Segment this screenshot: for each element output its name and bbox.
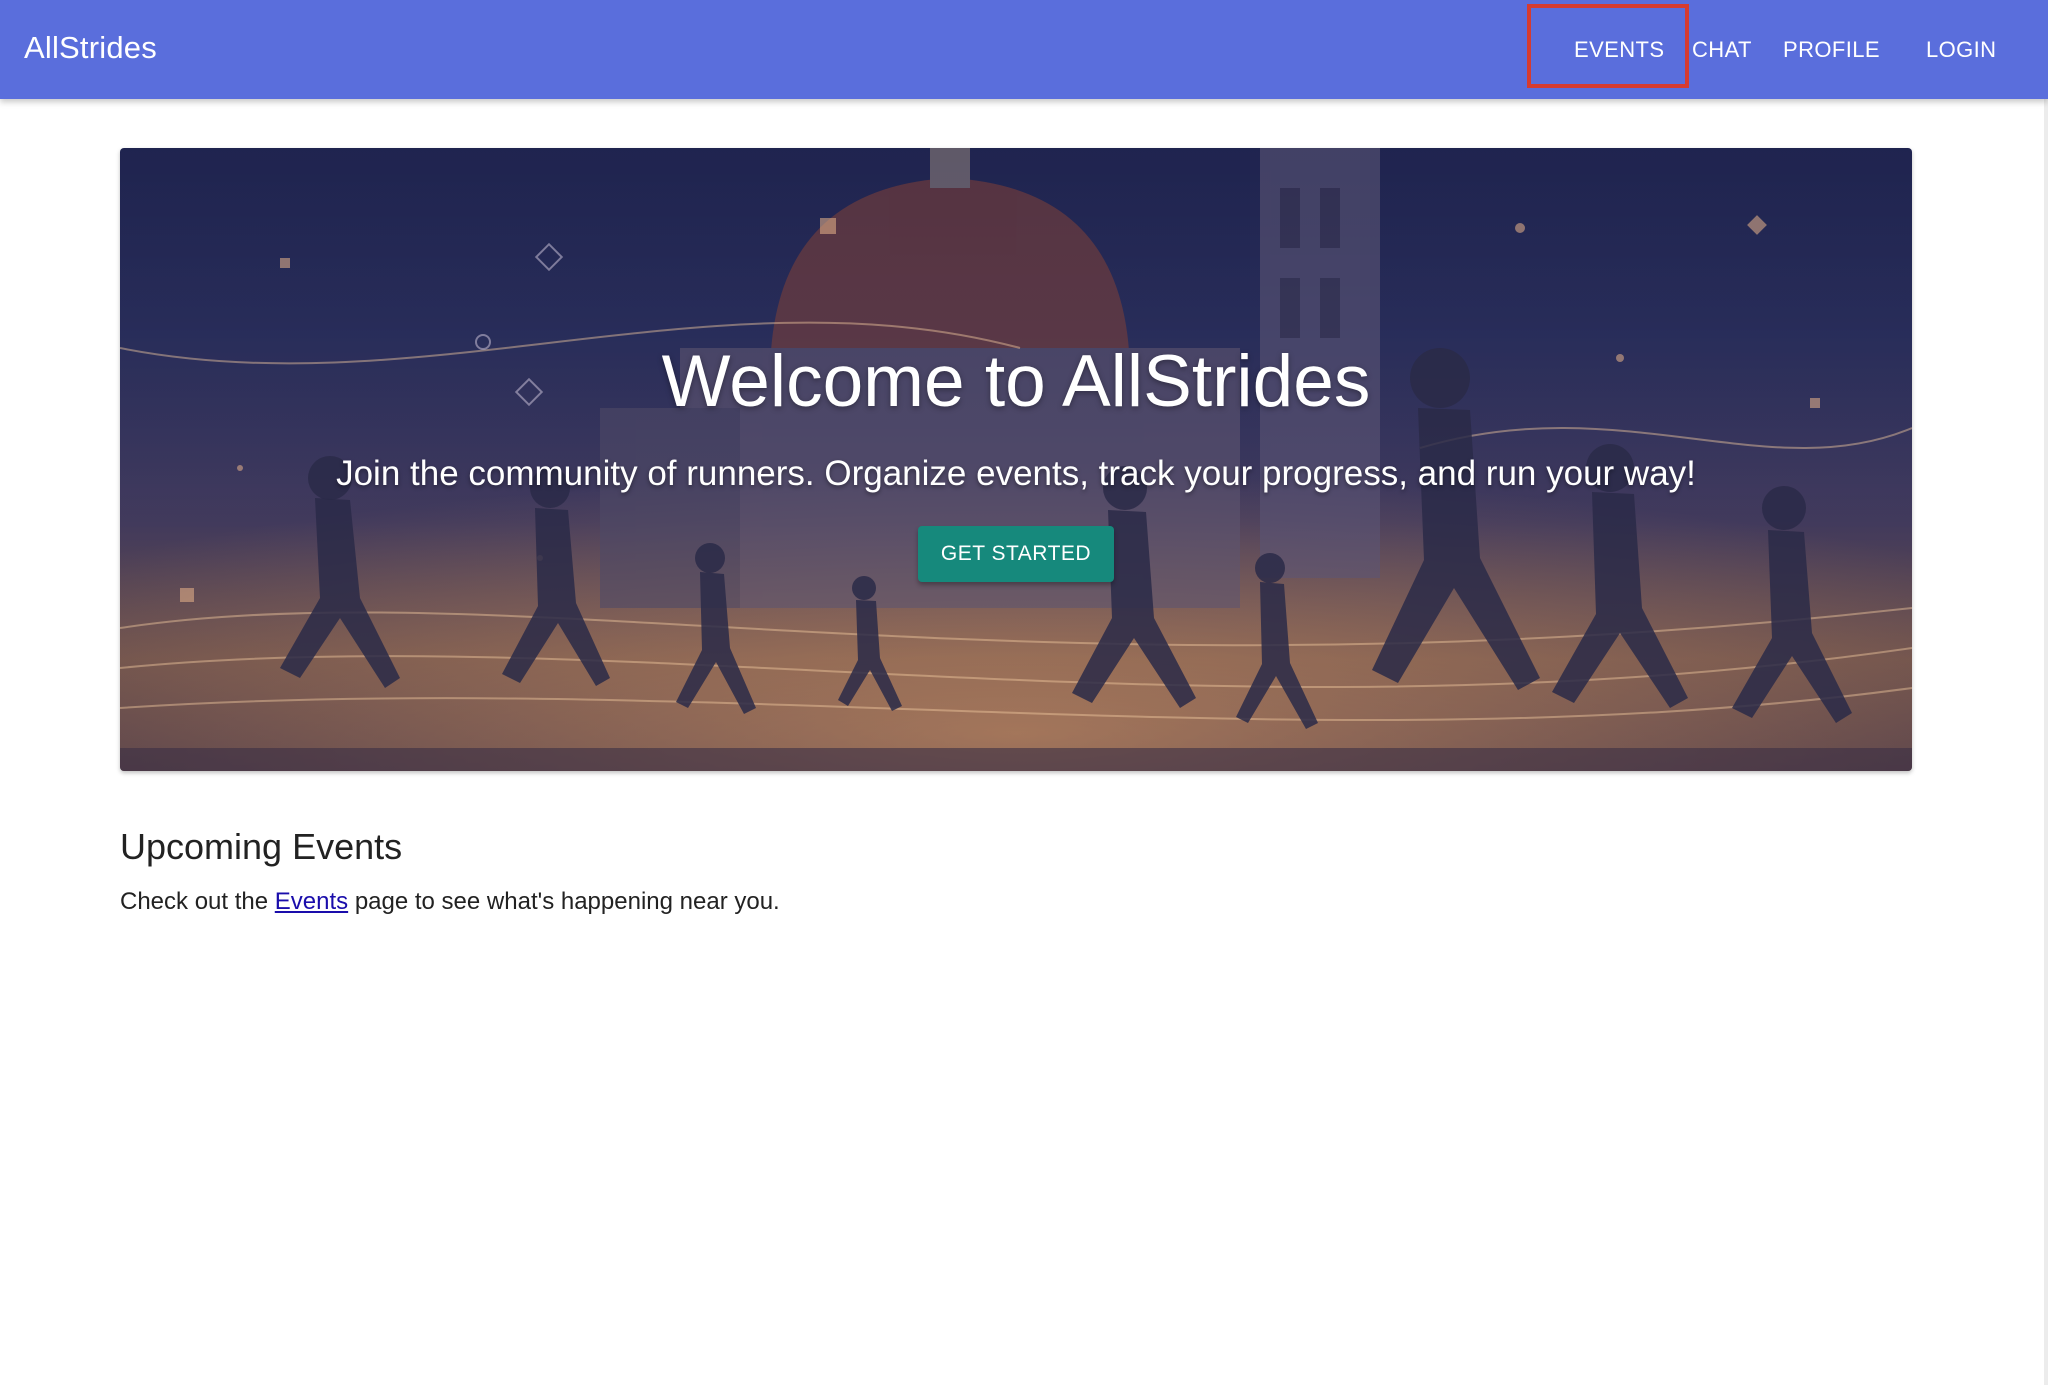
upcoming-events-text: Check out the Events page to see what's … — [120, 888, 780, 916]
app-bar: AllStrides EVENTS CHAT PROFILE LOGIN — [0, 0, 2048, 99]
upcoming-text-after: page to see what's happening near you. — [354, 888, 780, 915]
hero-subtitle: Join the community of runners. Organize … — [336, 454, 1696, 493]
nav-events[interactable]: EVENTS — [1574, 37, 1664, 63]
hero-title: Welcome to AllStrides — [661, 341, 1371, 422]
nav-login[interactable]: LOGIN — [1926, 37, 1996, 63]
events-link[interactable]: Events — [275, 888, 348, 915]
get-started-button[interactable]: GET STARTED — [918, 526, 1114, 582]
nav-chat[interactable]: CHAT — [1692, 37, 1752, 63]
upcoming-events-heading: Upcoming Events — [120, 826, 403, 867]
nav-profile[interactable]: PROFILE — [1783, 37, 1880, 63]
hero-banner: Welcome to AllStrides Join the community… — [120, 148, 1912, 771]
upcoming-text-before: Check out the — [120, 888, 269, 915]
scrollbar-track[interactable] — [2044, 99, 2048, 1385]
brand-logo[interactable]: AllStrides — [24, 30, 157, 66]
